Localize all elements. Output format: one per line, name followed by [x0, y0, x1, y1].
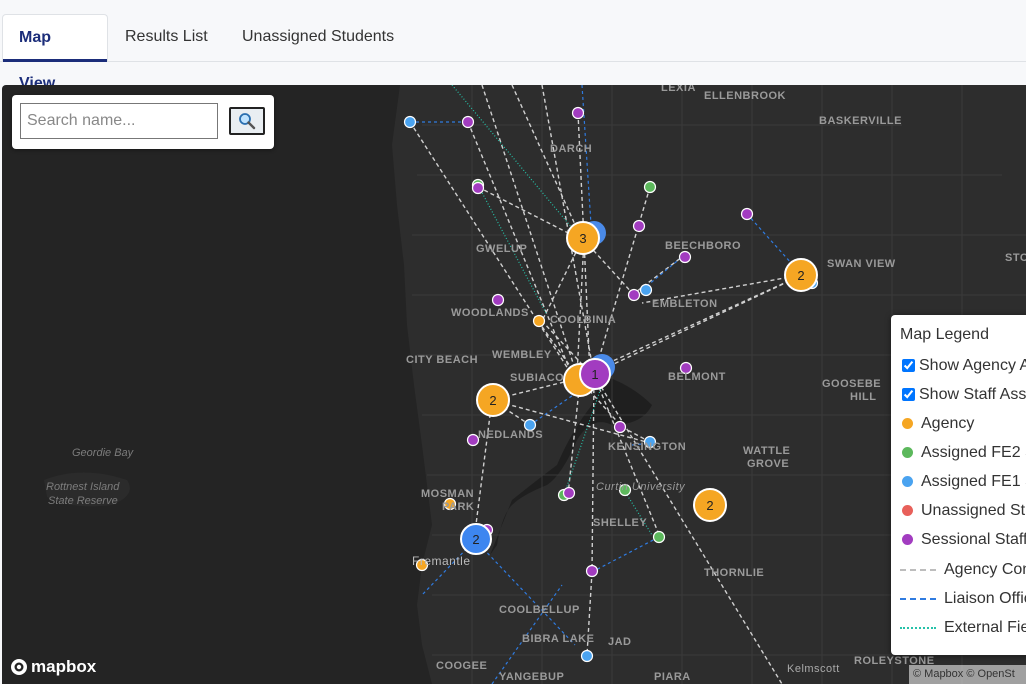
agency-toggle-checkbox[interactable]	[902, 359, 915, 373]
legend-title: Map Legend	[900, 326, 989, 343]
place-label: Curtin University	[596, 481, 686, 493]
legend-item-agency-line: Agency Con	[900, 559, 1026, 581]
legend-item-sessional: Sessional Staff	[900, 529, 1026, 551]
place-label: COOGEE	[436, 660, 488, 672]
place-label: YANGEBUP	[499, 671, 565, 683]
cluster-count: 2	[472, 532, 479, 547]
place-label: PARK	[442, 501, 475, 513]
legend-label: Liaison Offic	[944, 590, 1026, 607]
legend-item-liaison-line: Liaison Offic	[900, 588, 1026, 610]
legend-item-fe1: Assigned FE1 S	[900, 471, 1026, 493]
mapbox-logo[interactable]: mapbox	[10, 657, 96, 677]
place-label: Rottnest Island	[46, 481, 120, 493]
map-attribution[interactable]: © Mapbox © OpenSt	[909, 665, 1026, 684]
place-label: JAD	[608, 636, 632, 648]
legend-toggle-label: Show Staff Ass	[919, 386, 1026, 403]
staff-toggle-checkbox[interactable]	[902, 388, 915, 402]
place-label: SWAN VIEW	[827, 258, 896, 270]
legend-label: Sessional Staff	[921, 531, 1026, 548]
legend-label: Agency	[921, 415, 975, 432]
fe1-dot-icon	[902, 476, 913, 488]
tab-results-list[interactable]: Results List	[109, 14, 224, 60]
search-button[interactable]	[229, 107, 265, 135]
tab-map-view[interactable]: Map View	[2, 14, 108, 92]
place-label: Geordie Bay	[72, 447, 134, 459]
map-canvas[interactable]: 3 2 2 2 2 1 LEXIA ELLENBROOK BASKERVILLE…	[2, 85, 1026, 684]
legend-label: Assigned FE1 S	[921, 473, 1026, 490]
legend-label: Assigned FE2 S	[921, 444, 1026, 461]
legend-toggle-staff[interactable]: Show Staff Ass	[900, 384, 1026, 406]
legend-item-agency: Agency	[900, 413, 974, 435]
dotted-line-icon	[900, 626, 936, 629]
place-label: WEMBLEY	[492, 349, 552, 361]
place-label: Fremantle	[412, 554, 471, 568]
tab-unassigned-students[interactable]: Unassigned Students	[226, 14, 410, 60]
place-label: SUBIACO	[510, 372, 565, 384]
legend-label: Agency Con	[944, 561, 1026, 578]
cluster-count: 2	[706, 498, 713, 513]
legend-item-fe2: Assigned FE2 S	[900, 442, 1026, 464]
legend-item-external-line: External Fie	[900, 617, 1026, 639]
legend-label: Unassigned Stu	[921, 502, 1026, 519]
cluster-count: 3	[579, 231, 586, 246]
map-legend: Map Legend Show Agency A Show Staff Ass …	[891, 315, 1026, 655]
place-label: CITY BEACH	[406, 354, 479, 366]
place-label: LEXIA	[661, 85, 696, 94]
search-input[interactable]	[20, 103, 218, 139]
place-label: COOLBELLUP	[499, 604, 580, 616]
cluster-count: 1	[591, 367, 598, 382]
agency-dot-icon	[902, 418, 913, 430]
cluster-count: 2	[489, 393, 496, 408]
place-label: THORNLIE	[704, 567, 765, 579]
place-label: COOLBINIA	[550, 314, 617, 326]
tab-bar: Map View Results List Unassigned Student…	[0, 0, 1026, 92]
place-label: DARCH	[550, 143, 593, 155]
search-icon	[239, 113, 256, 130]
cluster-count: 2	[797, 268, 804, 283]
legend-toggle-agency[interactable]: Show Agency A	[900, 355, 1026, 377]
place-label: WOODLANDS	[451, 307, 529, 319]
legend-toggle-label: Show Agency A	[919, 357, 1026, 374]
place-label: GWELUP	[476, 243, 528, 255]
place-label: WATTLE	[743, 445, 791, 457]
place-label: BIBRA LAKE	[522, 633, 595, 645]
place-label: BEECHBORO	[665, 240, 742, 252]
place-label: STO	[1005, 252, 1026, 264]
place-label: NEDLANDS	[478, 429, 544, 441]
unassigned-dot-icon	[902, 505, 913, 517]
place-label: KENSINGTON	[608, 441, 687, 453]
place-label: GOOSEBE	[822, 378, 882, 390]
sessional-dot-icon	[902, 534, 913, 546]
search-panel	[12, 95, 274, 149]
place-label: Kelmscott	[787, 663, 840, 675]
place-label: ELLENBROOK	[704, 90, 786, 102]
mapbox-logo-icon	[11, 659, 27, 675]
mapbox-logo-text: mapbox	[31, 657, 97, 676]
place-label: BELMONT	[668, 371, 726, 383]
place-label: MOSMAN	[421, 488, 475, 500]
place-label: HILL	[850, 391, 877, 403]
place-label: EMBLETON	[652, 298, 718, 310]
legend-label: External Fie	[944, 619, 1026, 636]
fe2-dot-icon	[902, 447, 913, 459]
place-label: GROVE	[747, 458, 790, 470]
place-label: PIARA	[654, 671, 691, 683]
place-label: State Reserve	[48, 495, 118, 507]
place-label: BASKERVILLE	[819, 115, 902, 127]
place-label: SHELLEY	[593, 517, 648, 529]
dashed-line-icon	[900, 597, 936, 600]
legend-item-unassigned: Unassigned Stu	[900, 500, 1026, 522]
dashed-line-icon	[900, 568, 936, 571]
